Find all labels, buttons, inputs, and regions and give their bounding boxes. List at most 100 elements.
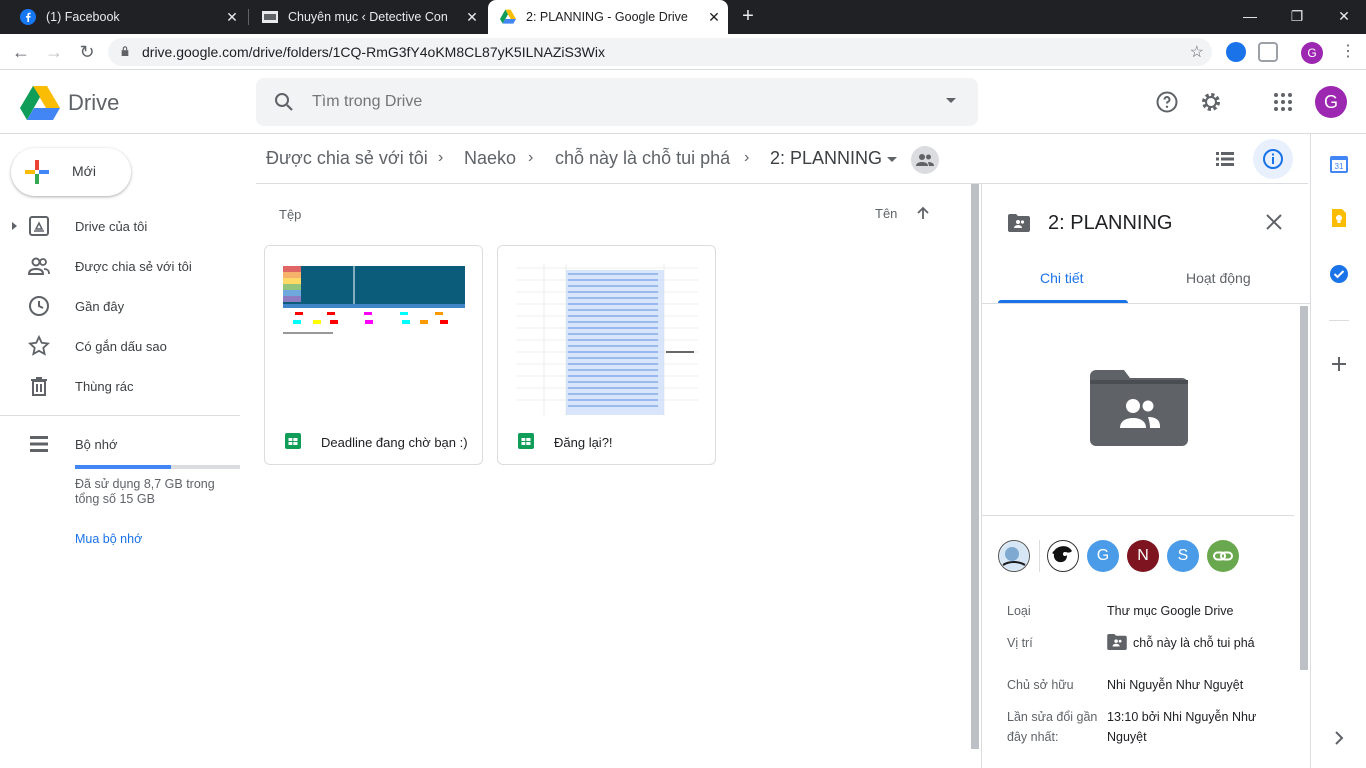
sidebar-divider bbox=[0, 415, 240, 416]
reload-icon[interactable]: ↻ bbox=[76, 41, 98, 63]
folder-menu-dropdown-icon[interactable] bbox=[887, 157, 897, 162]
sort-by-name[interactable]: Tên bbox=[875, 206, 897, 221]
sort-ascending-arrow-icon[interactable] bbox=[915, 205, 931, 221]
browser-tab-facebook[interactable]: (1) Facebook ✕ bbox=[8, 0, 246, 34]
breadcrumb-current[interactable]: 2: PLANNING bbox=[770, 148, 882, 169]
search-bar bbox=[256, 78, 978, 126]
close-window-icon[interactable]: ✕ bbox=[1334, 6, 1354, 26]
sidebar-item-recent[interactable]: Gần đây bbox=[0, 287, 240, 327]
shared-folder-icon[interactable] bbox=[911, 146, 939, 174]
shield-icon[interactable] bbox=[1258, 42, 1278, 62]
storage-usage-bar bbox=[75, 465, 240, 469]
file-name: Đăng lại?! bbox=[554, 435, 613, 450]
shared-folder-icon bbox=[1008, 214, 1030, 232]
property-value-location: chỗ này là chỗ tui phá bbox=[1133, 636, 1255, 650]
keep-icon[interactable] bbox=[1329, 208, 1349, 228]
info-toggle-button[interactable] bbox=[1253, 139, 1293, 179]
google-drive-icon bbox=[500, 9, 516, 24]
app-name[interactable]: Drive bbox=[68, 90, 119, 116]
close-tab-icon[interactable]: ✕ bbox=[706, 9, 722, 25]
extension-icon[interactable] bbox=[1226, 42, 1246, 62]
calendar-icon[interactable]: 31 bbox=[1329, 154, 1349, 174]
close-tab-icon[interactable]: ✕ bbox=[464, 9, 480, 25]
browser-tab-bar: (1) Facebook ✕ Chuyên mục ‹ Detective Co… bbox=[0, 0, 1366, 34]
search-options-icon[interactable] bbox=[946, 98, 956, 103]
add-addon-plus-icon[interactable] bbox=[1329, 354, 1349, 374]
file-card[interactable]: Deadline đang chờ bạn :) bbox=[264, 245, 483, 465]
expand-caret-icon[interactable] bbox=[12, 222, 17, 230]
sidebar-item-label: Bộ nhớ bbox=[75, 437, 118, 452]
breadcrumb-item[interactable]: Được chia sẻ với tôi bbox=[266, 148, 428, 169]
address-bar[interactable]: drive.google.com/drive/folders/1CQ-RmG3f… bbox=[108, 38, 1212, 66]
link-icon bbox=[1213, 551, 1233, 561]
sidebar-item-storage[interactable]: Bộ nhớ bbox=[0, 425, 240, 465]
sidebar-item-label: Drive của tôi bbox=[75, 219, 148, 234]
file-card[interactable]: Đăng lại?! bbox=[497, 245, 716, 465]
sidebar-item-label: Có gắn dấu sao bbox=[75, 339, 167, 354]
close-tab-icon[interactable]: ✕ bbox=[224, 9, 240, 25]
sharer-avatar[interactable]: G bbox=[1087, 540, 1119, 572]
property-label-location: Vị trí bbox=[1007, 636, 1033, 650]
storage-usage-fill bbox=[75, 465, 171, 469]
new-tab-button[interactable]: + bbox=[738, 6, 758, 26]
help-icon[interactable] bbox=[1155, 90, 1179, 114]
breadcrumb-item[interactable]: Naeko bbox=[464, 148, 516, 169]
facebook-icon bbox=[20, 9, 36, 25]
forward-icon[interactable]: → bbox=[43, 41, 65, 63]
bookmark-star-icon[interactable]: ☆ bbox=[1190, 42, 1204, 62]
buy-storage-link[interactable]: Mua bộ nhớ bbox=[75, 532, 142, 546]
chevron-right-icon[interactable] bbox=[1329, 728, 1349, 748]
shared-folder-icon bbox=[1107, 634, 1127, 650]
share-link-button[interactable] bbox=[1207, 540, 1239, 572]
property-value-owner: Nhi Nguyễn Như Nguyệt bbox=[1107, 678, 1244, 692]
drive-header: Drive G bbox=[0, 70, 1366, 134]
search-icon[interactable] bbox=[272, 90, 296, 114]
browser-tab-conan[interactable]: Chuyên mục ‹ Detective Conan-V ✕ bbox=[250, 0, 486, 34]
profile-avatar[interactable]: G bbox=[1301, 42, 1323, 64]
trash-icon bbox=[31, 377, 47, 396]
tabs-divider bbox=[982, 303, 1310, 304]
apps-grid-icon[interactable] bbox=[1271, 90, 1295, 114]
tab-title: (1) Facebook bbox=[46, 10, 120, 24]
breadcrumb-item[interactable]: chỗ này là chỗ tui phá bbox=[555, 148, 730, 169]
settings-gear-icon[interactable] bbox=[1199, 90, 1223, 114]
sidebar-item-label: Được chia sẻ với tôi bbox=[75, 259, 192, 274]
plus-icon bbox=[25, 160, 49, 184]
back-icon[interactable]: ← bbox=[10, 41, 32, 63]
list-view-icon[interactable] bbox=[1214, 148, 1236, 170]
new-button-label: Mới bbox=[72, 163, 96, 179]
details-scrollbar[interactable] bbox=[1300, 306, 1308, 670]
shared-icon bbox=[28, 257, 50, 275]
sidebar-item-trash[interactable]: Thùng rác bbox=[0, 367, 240, 407]
sharer-avatar[interactable] bbox=[1047, 540, 1079, 572]
close-icon[interactable] bbox=[1264, 212, 1284, 232]
account-avatar[interactable]: G bbox=[1315, 86, 1347, 118]
new-button[interactable]: Mới bbox=[11, 148, 131, 196]
sidebar-item-shared[interactable]: Được chia sẻ với tôi bbox=[0, 247, 240, 287]
breadcrumb: Được chia sẻ với tôi › Naeko › chỗ này l… bbox=[256, 134, 1308, 184]
sharer-avatar[interactable] bbox=[998, 540, 1030, 572]
tab-title: Chuyên mục ‹ Detective Conan-V bbox=[288, 10, 448, 24]
sharer-avatar[interactable]: S bbox=[1167, 540, 1199, 572]
sidebar-item-my-drive[interactable]: Drive của tôi bbox=[0, 207, 240, 247]
site-favicon-icon bbox=[262, 11, 278, 23]
tab-details[interactable]: Chi tiết bbox=[1040, 270, 1084, 286]
property-value-type: Thư mục Google Drive bbox=[1107, 604, 1234, 618]
restore-icon[interactable]: ❐ bbox=[1287, 6, 1307, 26]
files-scrollbar[interactable] bbox=[971, 184, 979, 749]
file-thumbnail bbox=[265, 246, 482, 418]
minimize-icon[interactable]: — bbox=[1240, 6, 1260, 26]
location-link[interactable]: chỗ này là chỗ tui phá bbox=[1107, 633, 1282, 653]
file-name: Deadline đang chờ bạn :) bbox=[321, 435, 468, 450]
search-input[interactable] bbox=[312, 90, 912, 114]
my-drive-icon bbox=[29, 216, 49, 236]
sidebar-item-label: Thùng rác bbox=[75, 379, 134, 394]
browser-tab-drive[interactable]: 2: PLANNING - Google Drive ✕ bbox=[488, 0, 728, 34]
more-vert-icon[interactable]: ⋮ bbox=[1340, 42, 1356, 62]
sidebar-item-starred[interactable]: Có gắn dấu sao bbox=[0, 327, 240, 367]
drive-logo-icon[interactable] bbox=[20, 84, 60, 120]
tasks-icon[interactable] bbox=[1329, 264, 1349, 284]
sharer-avatar[interactable]: N bbox=[1127, 540, 1159, 572]
tab-activity[interactable]: Hoạt động bbox=[1186, 270, 1251, 286]
rail-divider bbox=[1329, 320, 1349, 321]
